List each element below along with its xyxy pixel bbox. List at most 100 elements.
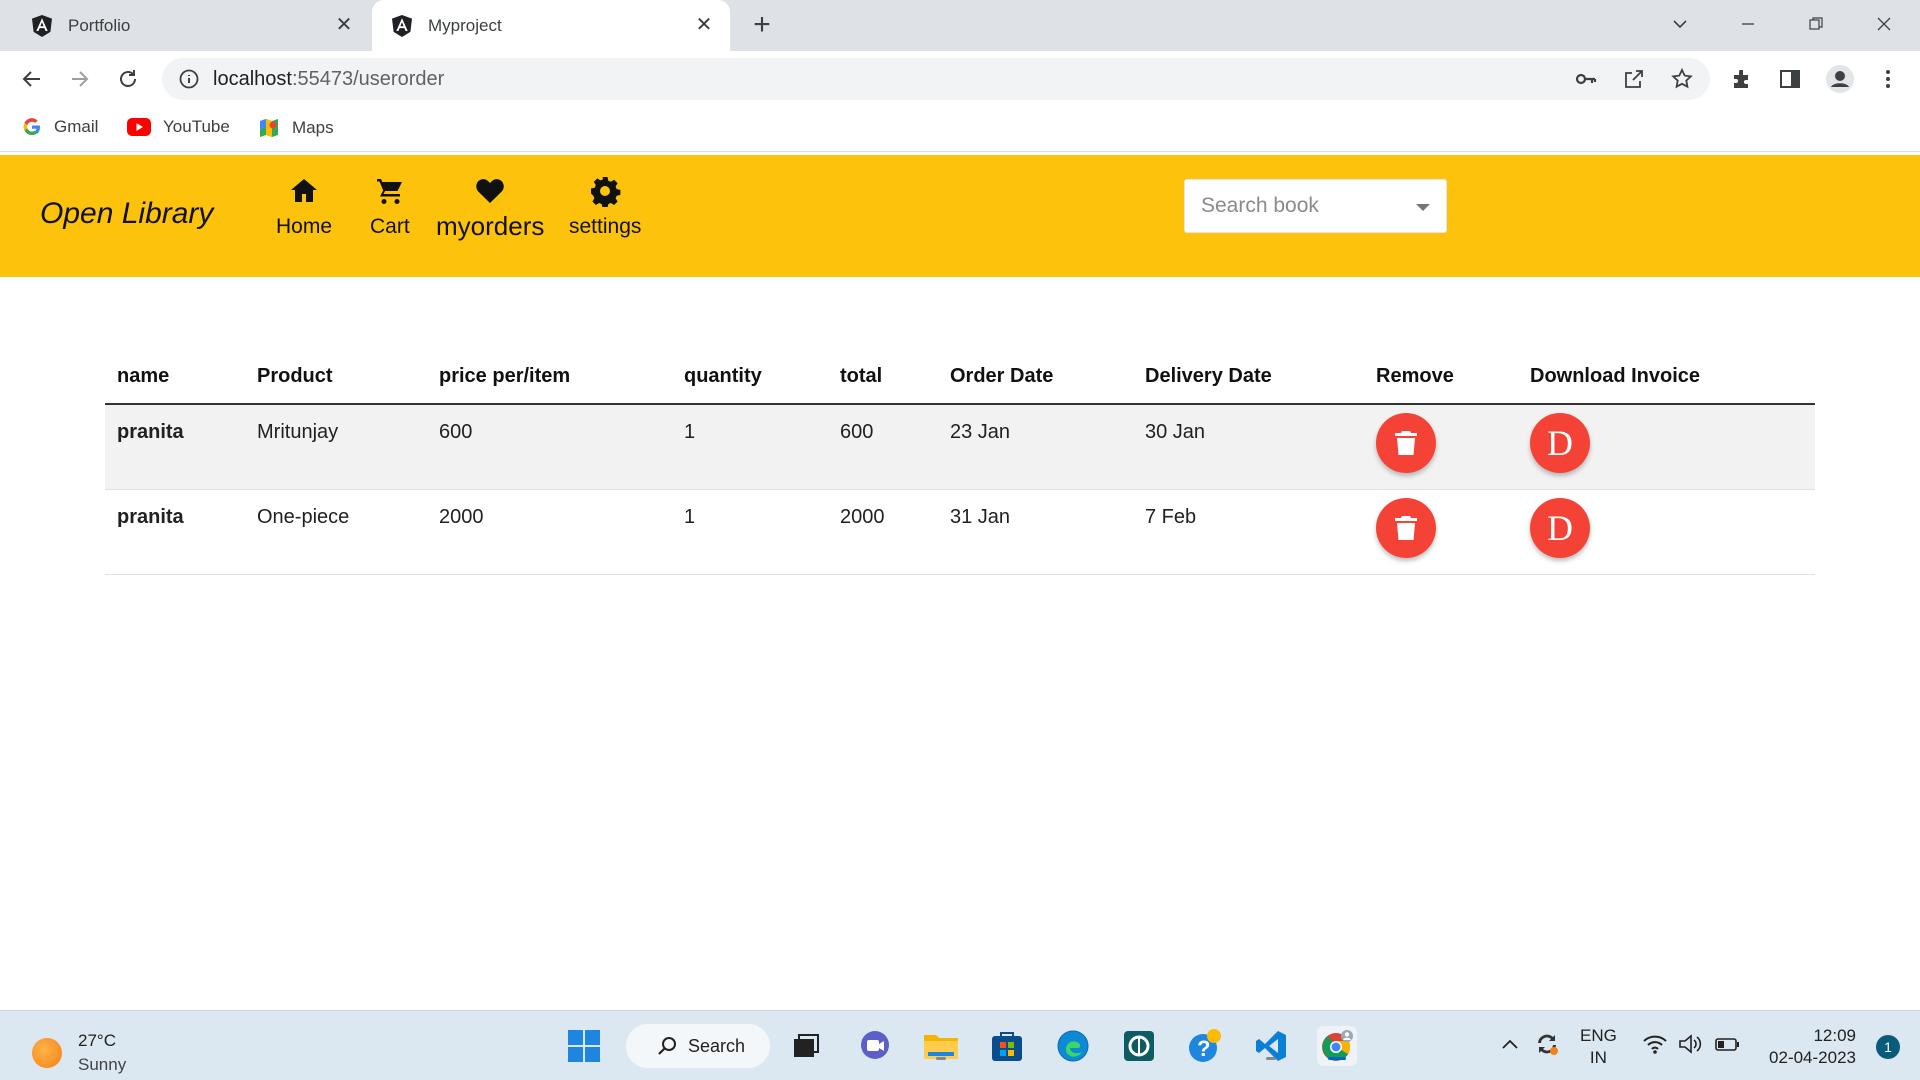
forward-button[interactable] (66, 65, 94, 93)
download-invoice-button[interactable]: D (1530, 413, 1590, 473)
side-panel-icon[interactable] (1778, 67, 1802, 91)
remove-button[interactable] (1376, 497, 1436, 558)
cell-remove (1364, 489, 1518, 575)
battery-icon (1715, 1038, 1739, 1051)
teams-chat-app[interactable] (855, 1026, 895, 1066)
taskbar-search[interactable]: Search (625, 1023, 771, 1069)
column-header: quantity (672, 350, 828, 405)
lang-code: ENG (1580, 1026, 1617, 1045)
cell-order-date: 23 Jan (938, 404, 1133, 490)
cell-total: 600 (828, 404, 938, 490)
edge-app[interactable] (1053, 1026, 1093, 1066)
running-indicator (936, 1057, 946, 1060)
column-header: Download Invoice (1518, 350, 1815, 405)
tray-overflow-button[interactable] (1500, 1035, 1520, 1061)
remove-button[interactable] (1376, 413, 1436, 473)
restore-button[interactable] (1796, 8, 1836, 40)
reload-button[interactable] (114, 65, 142, 93)
notification-badge[interactable]: 1 (1876, 1035, 1900, 1059)
column-header: price per/item (427, 350, 672, 405)
volume-tray-icon[interactable] (1678, 1033, 1704, 1061)
tab-myproject[interactable]: Myproject ✕ (372, 0, 730, 51)
start-button[interactable] (564, 1026, 604, 1066)
task-view-button[interactable] (786, 1026, 826, 1066)
brand-title[interactable]: Open Library (40, 197, 213, 231)
column-header: Order Date (938, 350, 1133, 405)
star-icon[interactable] (1670, 67, 1694, 91)
sync-tray-icon[interactable] (1534, 1031, 1560, 1063)
chevron-up-icon (1502, 1039, 1518, 1049)
restore-icon (1809, 17, 1823, 30)
table-row: pranita One-piece 2000 1 2000 31 Jan 7 F… (105, 489, 1815, 575)
bookmark-label: Gmail (54, 117, 99, 136)
wifi-tray-icon[interactable] (1642, 1033, 1668, 1061)
weather-widget[interactable]: 27°C Sunny (32, 1029, 126, 1077)
cell-order-date: 31 Jan (938, 489, 1133, 575)
extensions-icon[interactable] (1730, 67, 1754, 91)
profile-avatar-icon[interactable] (1826, 65, 1854, 93)
tab-portfolio[interactable]: Portfolio ✕ (0, 0, 370, 51)
address-bar[interactable]: localhost:55473/userorder (162, 58, 1710, 100)
file-explorer-app[interactable] (921, 1026, 961, 1066)
app-navbar: Open Library Home Cart myorders settings… (0, 155, 1920, 277)
chrome-app[interactable] (1317, 1026, 1357, 1066)
store-app[interactable] (987, 1026, 1027, 1066)
trash-icon (1395, 515, 1417, 540)
new-tab-button[interactable]: + (748, 10, 776, 40)
info-icon[interactable] (178, 68, 200, 90)
bookmark-youtube[interactable]: YouTube (127, 117, 230, 137)
nav-label: Home (276, 215, 333, 238)
nav-cart[interactable]: Cart (370, 175, 410, 239)
column-header: Product (245, 350, 427, 405)
cell-remove (1364, 404, 1518, 490)
clock-time: 12:09 (1813, 1026, 1856, 1045)
running-indicator (1266, 1057, 1276, 1060)
search-book-select[interactable]: Search book (1184, 179, 1447, 233)
kebab-menu-icon[interactable] (1876, 67, 1900, 91)
browser-toolbar: localhost:55473/userorder (0, 51, 1920, 107)
orders-table: name Product price per/item quantity tot… (105, 350, 1815, 575)
bookmark-gmail[interactable]: Gmail (22, 117, 98, 137)
task-view-icon (794, 1034, 819, 1057)
caret-down-icon (1416, 204, 1430, 211)
cell-quantity: 1 (672, 404, 828, 490)
angular-icon (32, 14, 52, 37)
url-text[interactable]: localhost:55473/userorder (213, 68, 444, 91)
windows-taskbar: 27°C Sunny Search ? ENG IN 12:09 02-04-2… (0, 1010, 1920, 1080)
bookmark-maps[interactable]: Maps (258, 117, 334, 139)
key-icon[interactable] (1574, 67, 1598, 91)
home-icon (291, 179, 318, 202)
download-invoice-button[interactable]: D (1530, 497, 1590, 558)
android-studio-app[interactable] (1119, 1026, 1159, 1066)
share-icon[interactable] (1622, 67, 1646, 91)
close-icon (1877, 17, 1891, 31)
close-icon[interactable]: ✕ (692, 13, 716, 37)
help-app[interactable]: ? (1185, 1026, 1225, 1066)
table-header-row: name Product price per/item quantity tot… (105, 350, 1815, 405)
minimize-button[interactable] (1728, 8, 1768, 40)
cell-name: pranita (105, 489, 245, 575)
language-indicator[interactable]: ENG IN (1580, 1025, 1617, 1069)
nav-home[interactable]: Home (276, 175, 332, 239)
arrow-right-icon (72, 71, 89, 87)
clock[interactable]: 12:09 02-04-2023 (1769, 1025, 1856, 1069)
column-header: total (828, 350, 938, 405)
cell-invoice: D (1518, 404, 1815, 490)
tab-search-button[interactable] (1660, 8, 1700, 40)
cart-icon (376, 179, 402, 204)
weather-temp: 27°C (78, 1031, 116, 1050)
reload-icon (120, 70, 136, 87)
close-window-button[interactable] (1864, 8, 1904, 40)
chat-icon (861, 1031, 889, 1059)
column-header: name (105, 350, 245, 405)
nav-settings[interactable]: settings (569, 175, 641, 239)
nav-myorders[interactable]: myorders (436, 175, 544, 242)
battery-tray-icon[interactable] (1714, 1033, 1742, 1061)
cell-price: 2000 (427, 489, 672, 575)
back-button[interactable] (18, 65, 46, 93)
bookmark-label: YouTube (163, 117, 230, 136)
close-icon[interactable]: ✕ (332, 13, 356, 37)
cell-product: Mritunjay (245, 404, 427, 490)
store-icon (992, 1032, 1022, 1061)
vscode-app[interactable] (1251, 1026, 1291, 1066)
